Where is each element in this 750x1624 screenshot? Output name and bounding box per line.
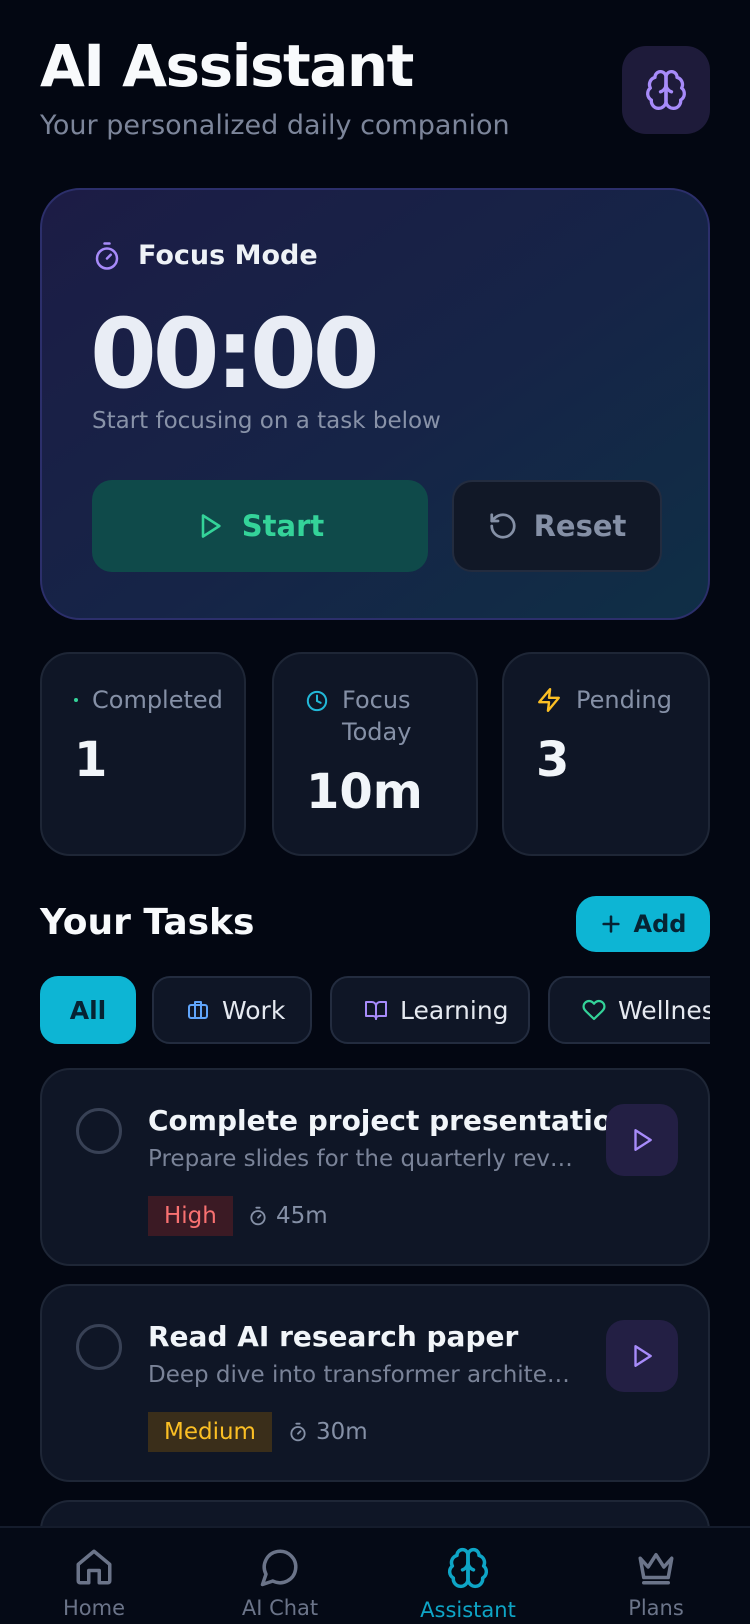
filter-chip-label: Work — [222, 995, 286, 1025]
start-task-button[interactable] — [606, 1320, 678, 1392]
start-button[interactable]: Start — [92, 480, 428, 572]
play-icon — [634, 1345, 652, 1367]
stat-focus-today: Focus Today 10m — [272, 652, 478, 856]
stat-label: Completed — [92, 686, 223, 714]
bottom-nav: Home AI Chat Assistant Plans — [0, 1526, 750, 1624]
priority-badge: High — [148, 1196, 233, 1236]
task-card[interactable]: Read AI research paper Deep dive into tr… — [40, 1284, 710, 1482]
filter-chip-work[interactable]: Work — [152, 976, 312, 1044]
focus-mode-header: Focus Mode — [92, 240, 318, 271]
task-description: Deep dive into transformer architectures — [148, 1362, 578, 1388]
reset-button[interactable]: Reset — [452, 480, 662, 572]
nav-item-ai-chat[interactable]: AI Chat — [210, 1546, 350, 1620]
task-duration-value: 30m — [316, 1419, 368, 1445]
filter-chip-label: Learning — [400, 995, 509, 1025]
stat-completed: Completed 1 — [40, 652, 246, 856]
nav-label: Assistant — [420, 1598, 516, 1622]
check-icon — [74, 698, 78, 702]
briefcase-icon — [188, 1001, 208, 1019]
brain-icon — [646, 70, 686, 110]
task-checkbox[interactable] — [76, 1108, 122, 1154]
assistant-avatar-button[interactable] — [622, 46, 710, 134]
chat-icon — [260, 1549, 298, 1587]
lightning-icon — [538, 687, 560, 713]
nav-label: Home — [62, 1596, 125, 1620]
focus-mode-card: Focus Mode 00:00 Start focusing on a tas… — [40, 188, 710, 620]
task-duration: 30m — [288, 1412, 368, 1452]
book-icon — [365, 1001, 387, 1020]
stopwatch-icon — [290, 1422, 306, 1442]
start-task-button[interactable] — [606, 1104, 678, 1176]
task-duration-value: 45m — [276, 1203, 328, 1229]
page-title: AI Assistant — [40, 32, 414, 100]
focus-hint: Start focusing on a task below — [92, 408, 441, 434]
focus-timer: 00:00 — [90, 298, 380, 410]
task-card[interactable]: Complete project presentation Prepare sl… — [40, 1068, 710, 1266]
add-task-button[interactable]: Add — [576, 896, 710, 952]
stopwatch-icon — [250, 1206, 266, 1226]
stat-label: Focus Today — [342, 686, 412, 746]
filter-chip-wellness[interactable]: Wellness — [548, 976, 710, 1044]
start-button-label: Start — [241, 509, 325, 543]
reset-button-label: Reset — [533, 509, 627, 543]
play-icon — [634, 1129, 652, 1151]
plus-icon — [601, 915, 620, 933]
stopwatch-icon — [95, 241, 119, 270]
home-icon — [76, 1549, 112, 1585]
filter-chip-label: All — [69, 995, 107, 1025]
page-subtitle: Your personalized daily companion — [40, 110, 510, 141]
task-duration: 45m — [248, 1196, 328, 1236]
heart-icon — [582, 999, 606, 1021]
stat-value: 10m — [306, 764, 423, 820]
nav-item-plans[interactable]: Plans — [586, 1546, 726, 1620]
tasks-section-title: Your Tasks — [40, 902, 255, 943]
task-filter-bar: All Work Learning Wellness — [40, 976, 710, 1044]
priority-badge: Medium — [148, 1412, 272, 1452]
stat-value: 1 — [74, 732, 108, 788]
nav-label: AI Chat — [241, 1596, 319, 1620]
task-description: Prepare slides for the quarterly review — [148, 1146, 578, 1172]
play-icon — [201, 514, 221, 538]
add-task-label: Add — [633, 910, 687, 938]
stat-label: Pending — [576, 686, 672, 714]
crown-icon — [638, 1553, 674, 1585]
focus-mode-label: Focus Mode — [138, 240, 318, 271]
task-checkbox[interactable] — [76, 1324, 122, 1370]
stat-pending: Pending 3 — [502, 652, 710, 856]
nav-item-assistant[interactable]: Assistant — [398, 1546, 538, 1622]
filter-chip-label: Wellness — [618, 995, 710, 1025]
task-title: Complete project presentation — [148, 1104, 632, 1137]
assistant-screen: AI Assistant Your personalized daily com… — [0, 0, 750, 1624]
task-title: Read AI research paper — [148, 1320, 519, 1353]
reset-icon — [489, 513, 516, 539]
filter-chip-all[interactable]: All — [40, 976, 136, 1044]
filter-chip-learning[interactable]: Learning — [330, 976, 530, 1044]
nav-label: Plans — [628, 1596, 684, 1620]
clock-icon — [306, 690, 328, 712]
nav-item-home[interactable]: Home — [24, 1546, 164, 1620]
brain-icon — [447, 1547, 489, 1589]
stat-value: 3 — [536, 732, 570, 788]
